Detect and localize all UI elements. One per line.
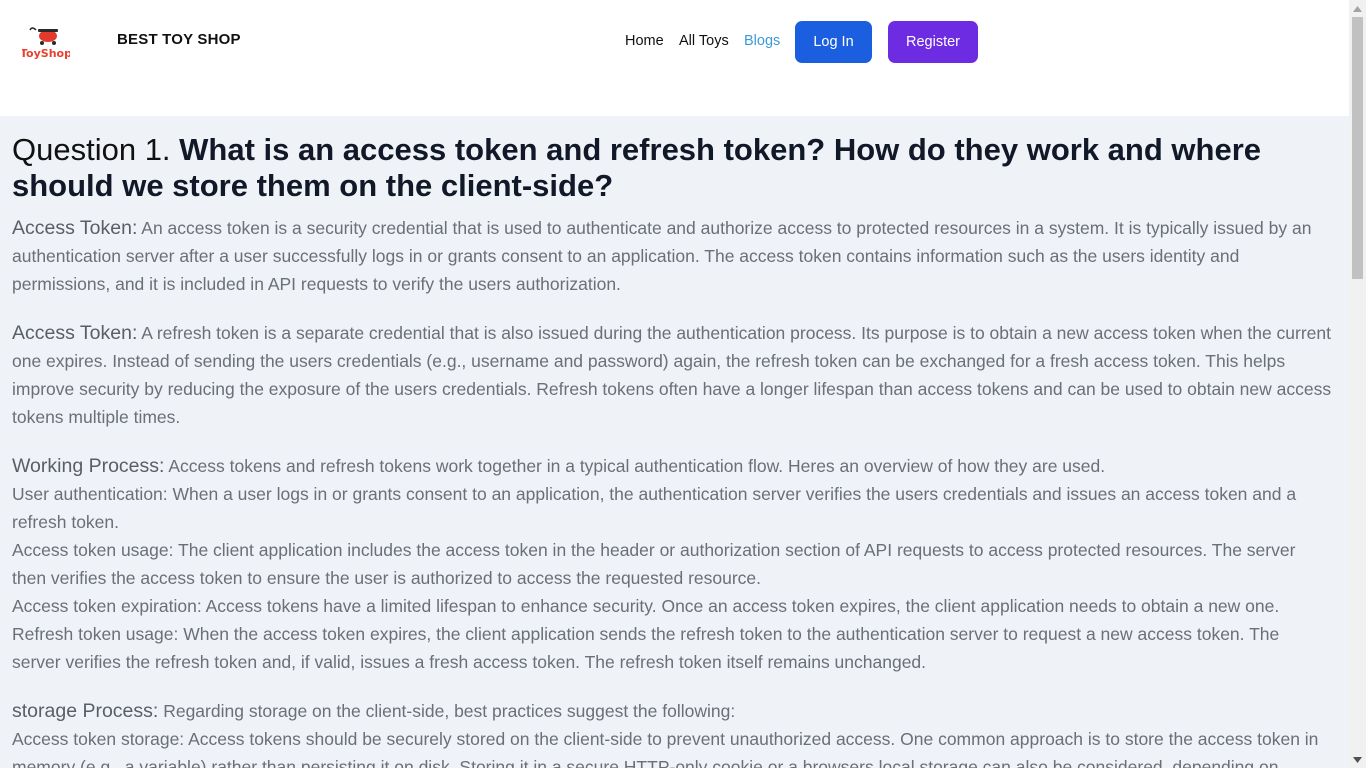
list-item: Refresh token usage: When the access tok… [12, 624, 1280, 672]
nav-link-home[interactable]: Home [625, 33, 664, 49]
question-prefix: Question 1. [12, 132, 171, 167]
paragraph-text: An access token is a security credential… [12, 218, 1312, 294]
paragraph-lead: Access Token: [12, 217, 138, 239]
scrollbar-thumb[interactable] [1352, 17, 1363, 279]
refresh-token-paragraph: Access Token: A refresh token is a separ… [12, 319, 1332, 431]
scroll-down-arrow-icon[interactable] [1349, 751, 1366, 768]
blog-content: Question 1. What is an access token and … [0, 116, 1349, 768]
navbar: ToyShop BEST TOY SHOP Home All Toys Blog… [0, 0, 1349, 116]
scroll-up-arrow-icon[interactable] [1349, 0, 1366, 17]
question-title: Question 1. What is an access token and … [12, 132, 1332, 204]
paragraph-text: Regarding storage on the client-side, be… [163, 701, 736, 721]
list-item: Access token expiration: Access tokens h… [12, 596, 1280, 616]
logo-text: ToyShop [22, 47, 70, 60]
working-process-section: Working Process: Access tokens and refre… [12, 452, 1332, 676]
paragraph-text: A refresh token is a separate credential… [12, 323, 1332, 427]
working-process-intro: Working Process: Access tokens and refre… [12, 452, 1332, 480]
nav-link-all-toys[interactable]: All Toys [679, 33, 729, 49]
brand-name[interactable]: BEST TOY SHOP [117, 31, 241, 48]
question-text: What is an access token and refresh toke… [12, 132, 1261, 203]
paragraph-lead: storage Process: [12, 700, 159, 722]
paragraph-lead: Working Process: [12, 455, 165, 477]
paragraph-text: Access tokens and refresh tokens work to… [168, 456, 1106, 476]
access-token-paragraph: Access Token: An access token is a secur… [12, 214, 1332, 298]
list-item: User authentication: When a user logs in… [12, 484, 1297, 532]
toyshop-logo[interactable]: ToyShop [20, 24, 72, 62]
register-button[interactable]: Register [888, 21, 978, 63]
page-scrollbar[interactable] [1349, 0, 1366, 768]
login-button[interactable]: Log In [795, 21, 872, 63]
list-item: Access token usage: The client applicati… [12, 540, 1296, 588]
list-item: Access token storage: Access tokens shou… [12, 729, 1319, 768]
storage-process-section: storage Process: Regarding storage on th… [12, 697, 1332, 768]
storage-process-intro: storage Process: Regarding storage on th… [12, 697, 1332, 725]
nav-link-blogs[interactable]: Blogs [744, 33, 780, 49]
paragraph-lead: Access Token: [12, 322, 138, 344]
